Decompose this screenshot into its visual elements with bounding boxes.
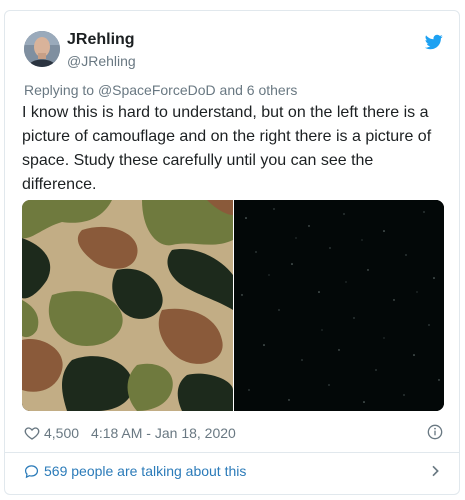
like-count[interactable]: 4,500 bbox=[44, 425, 79, 441]
divider bbox=[5, 452, 459, 453]
space-image[interactable] bbox=[233, 200, 444, 411]
reply-others[interactable]: and 6 others bbox=[220, 82, 298, 98]
conversation-link[interactable]: 569 people are talking about this bbox=[24, 461, 246, 481]
tweet-card: JRehling @JRehling Replying to @SpaceFor… bbox=[4, 10, 460, 495]
author-name[interactable]: JRehling bbox=[67, 31, 135, 49]
author-handle[interactable]: @JRehling bbox=[67, 53, 136, 69]
camouflage-image[interactable] bbox=[22, 200, 233, 411]
chevron-right-icon[interactable] bbox=[427, 463, 443, 479]
twitter-bird-icon[interactable] bbox=[425, 33, 443, 51]
speech-bubble-icon bbox=[24, 464, 39, 478]
avatar[interactable] bbox=[24, 31, 60, 67]
tweet-text: I know this is hard to understand, but o… bbox=[22, 104, 432, 193]
info-icon[interactable] bbox=[427, 424, 443, 440]
reply-mention-link[interactable]: @SpaceForceDoD bbox=[98, 82, 216, 98]
avatar-photo bbox=[24, 31, 60, 67]
timestamp[interactable]: 4:18 AM - Jan 18, 2020 bbox=[91, 425, 236, 441]
tweet-meta: 4,500 4:18 AM - Jan 18, 2020 bbox=[24, 423, 236, 443]
conversation-count: 569 people are talking about this bbox=[44, 463, 247, 479]
reply-context: Replying to @SpaceForceDoD and 6 others bbox=[24, 82, 297, 98]
starfield-space bbox=[233, 200, 444, 411]
tweet-media[interactable] bbox=[22, 200, 444, 411]
camouflage-pattern bbox=[22, 200, 233, 411]
reply-prefix: Replying to bbox=[24, 82, 95, 98]
heart-icon[interactable] bbox=[24, 425, 40, 441]
